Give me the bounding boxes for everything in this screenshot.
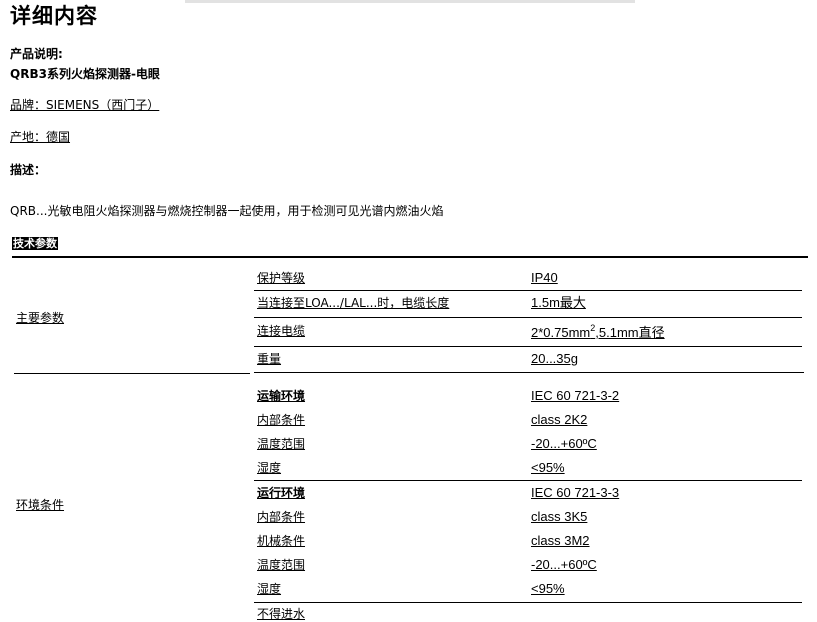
spec-label[interactable]: 内部条件 (257, 509, 305, 525)
spec-value[interactable]: IEC 60 721-3-2 (531, 388, 619, 404)
row-divider (254, 290, 802, 291)
spec-value[interactable]: -20...+60ºC (531, 557, 597, 573)
spec-group-main[interactable]: 主要参数 (16, 310, 64, 326)
spec-subheading[interactable]: 运输环境 (257, 388, 305, 404)
spec-label[interactable]: 当连接至LOA.../LAL...时，电缆长度 (257, 295, 449, 311)
spec-label[interactable]: 连接电缆 (257, 323, 305, 339)
spec-label[interactable]: 不得进水 (257, 606, 305, 622)
spec-group-environment[interactable]: 环境条件 (16, 497, 64, 513)
spec-value[interactable]: -20...+60ºC (531, 436, 597, 452)
describe-label: 描述： (10, 163, 47, 177)
spec-label[interactable]: 机械条件 (257, 533, 305, 549)
row-divider (254, 346, 802, 347)
origin-link[interactable]: 产地：德国 (10, 129, 70, 145)
table-top-rule (12, 256, 808, 258)
spec-value[interactable]: <95% (531, 581, 565, 597)
spec-value[interactable]: IEC 60 721-3-3 (531, 485, 619, 501)
spec-value-text: ,5.1mm直径 (595, 325, 665, 340)
spec-subheading[interactable]: 运行环境 (257, 485, 305, 501)
product-name: QRB3系列火焰探测器-电眼 (10, 67, 160, 81)
spec-value[interactable]: IP40 (531, 270, 558, 286)
row-divider (254, 317, 802, 318)
product-description-label: 产品说明: (10, 47, 63, 61)
tech-params-heading: 技术参数 (12, 237, 58, 250)
top-divider-bar (185, 0, 635, 3)
spec-value-text: 2*0.75mm (531, 325, 591, 340)
spec-value[interactable]: class 3M2 (531, 533, 590, 549)
spec-label[interactable]: 重量 (257, 351, 281, 367)
product-description-text: QRB...光敏电阻火焰探测器与燃烧控制器一起使用，用于检测可见光谱内燃油火焰 (10, 204, 444, 218)
spec-value[interactable]: 2*0.75mm2,5.1mm直径 (531, 324, 665, 341)
spec-label[interactable]: 内部条件 (257, 412, 305, 428)
spec-label[interactable]: 湿度 (257, 460, 281, 476)
spec-value[interactable]: 1.5m最大 (531, 295, 586, 311)
page-title: 详细内容 (10, 4, 98, 28)
spec-value[interactable]: class 3K5 (531, 509, 587, 525)
spec-label[interactable]: 湿度 (257, 581, 281, 597)
spec-label[interactable]: 温度范围 (257, 436, 305, 452)
brand-link[interactable]: 品牌：SIEMENS（西门子） (10, 97, 159, 113)
spec-value[interactable]: 20...35g (531, 351, 578, 367)
spec-value[interactable]: <95% (531, 460, 565, 476)
row-divider (254, 602, 802, 603)
spec-label[interactable]: 温度范围 (257, 557, 305, 573)
row-divider (254, 372, 804, 373)
group-divider (14, 373, 250, 374)
spec-value[interactable]: class 2K2 (531, 412, 587, 428)
row-divider (254, 480, 802, 481)
spec-label[interactable]: 保护等级 (257, 270, 305, 286)
